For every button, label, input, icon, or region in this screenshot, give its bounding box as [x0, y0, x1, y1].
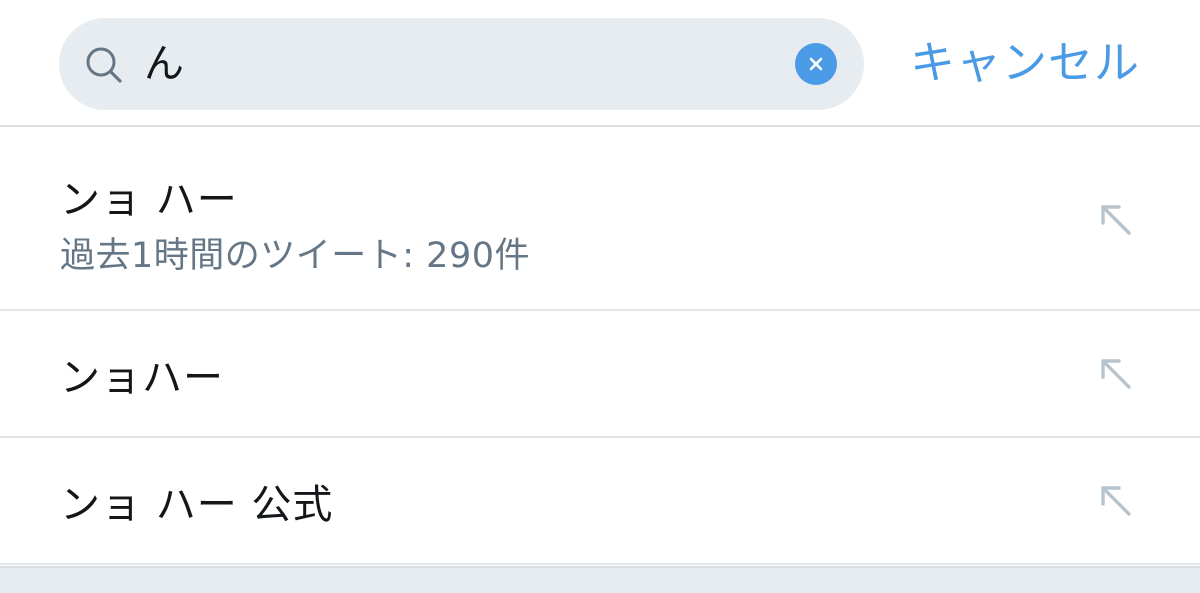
arrow-up-left-icon[interactable]	[1097, 482, 1135, 520]
clear-search-button[interactable]	[795, 43, 837, 85]
arrow-up-left-icon[interactable]	[1097, 201, 1135, 239]
suggestion-title: ンョハー	[60, 355, 224, 401]
suggestion-item[interactable]: ンョ ハー 過去1時間のツイート: 290件	[0, 127, 1200, 311]
search-icon	[86, 47, 122, 83]
cancel-button[interactable]: キャンセル	[910, 30, 1150, 96]
suggestion-item[interactable]: ンョハー	[0, 311, 1200, 438]
suggestion-title: ンョ ハー	[60, 177, 238, 223]
search-header: キャンセル	[0, 0, 1200, 127]
suggestion-list: ンョ ハー 過去1時間のツイート: 290件 ンョハー ンョ ハー 公式	[0, 127, 1200, 565]
clear-icon	[809, 57, 823, 71]
suggestion-title: ンョ ハー 公式	[60, 482, 334, 528]
suggestion-item[interactable]: ンョ ハー 公式	[0, 438, 1200, 565]
arrow-up-left-icon[interactable]	[1097, 355, 1135, 393]
search-input[interactable]	[144, 26, 764, 102]
bottom-divider-strip	[0, 566, 1200, 593]
search-screen: キャンセル ンョ ハー 過去1時間のツイート: 290件 ンョハー ンョ ハー …	[0, 0, 1200, 593]
suggestion-tweet-count: 過去1時間のツイート: 290件	[60, 236, 530, 276]
